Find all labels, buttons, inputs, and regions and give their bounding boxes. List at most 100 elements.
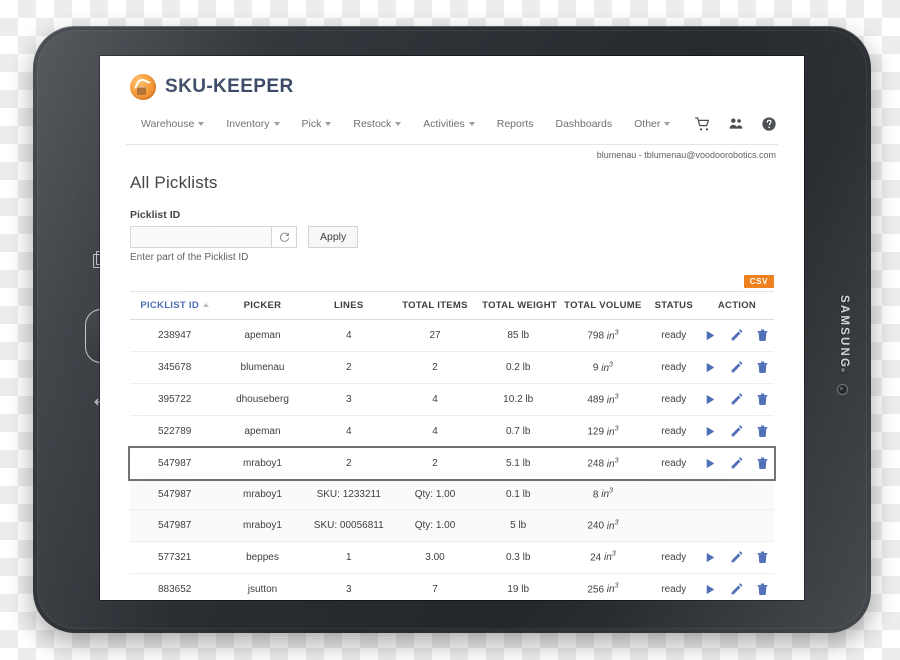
- edit-icon[interactable]: [730, 583, 743, 596]
- play-icon[interactable]: [704, 361, 717, 374]
- cell-qty: Qty: 1.00: [391, 509, 479, 542]
- cell-total-weight: 85 lb: [478, 319, 559, 352]
- picklist-id-label: Picklist ID: [130, 209, 181, 221]
- play-icon[interactable]: [704, 457, 717, 470]
- nav-label: Inventory: [226, 118, 270, 130]
- nav-item-inventory[interactable]: Inventory: [215, 114, 290, 134]
- play-icon[interactable]: [704, 583, 717, 596]
- column-header-lines[interactable]: LINES: [305, 291, 392, 320]
- delete-icon[interactable]: [756, 583, 769, 596]
- table-row[interactable]: 547987 mraboy1 2 2 5.1 lb 248 in3 ready: [128, 445, 776, 481]
- cell-picklist-id[interactable]: 883652: [130, 573, 220, 600]
- cell-picklist-id[interactable]: 547987: [130, 479, 220, 511]
- cell-picklist-id[interactable]: 547987: [130, 447, 220, 479]
- cell-total-volume: 248 in3: [558, 447, 648, 479]
- chevron-down-icon: [664, 122, 671, 127]
- cell-total-weight: 5 lb: [478, 509, 559, 542]
- table-row[interactable]: 883652 jsutton 3 7 19 lb 256 in3 ready: [130, 573, 774, 600]
- play-icon[interactable]: [704, 329, 717, 342]
- action-icons: [704, 393, 770, 406]
- action-icons: [704, 551, 770, 564]
- tablet-device: ↵ SAMSUNG SKU-KEEPER Warehouse Inventory…: [33, 26, 871, 633]
- delete-icon[interactable]: [756, 393, 769, 406]
- filter-help-text: Enter part of the Picklist ID: [130, 252, 249, 263]
- action-icons: [704, 329, 770, 342]
- cell-total-weight: 0.3 lb: [478, 541, 559, 574]
- picklist-id-input[interactable]: [130, 226, 272, 248]
- edit-icon[interactable]: [730, 393, 743, 406]
- edit-icon[interactable]: [730, 425, 743, 438]
- delete-icon[interactable]: [756, 457, 769, 470]
- cell-sku[interactable]: SKU: 00056811: [305, 509, 392, 542]
- cell-action: [699, 573, 774, 600]
- delete-icon[interactable]: [756, 361, 769, 374]
- nav-item-warehouse[interactable]: Warehouse: [130, 114, 215, 134]
- edit-icon[interactable]: [730, 551, 743, 564]
- nav-item-reports[interactable]: Reports: [486, 114, 545, 134]
- table-row[interactable]: 395722 dhouseberg 3 4 10.2 lb 489 in3 ready: [130, 383, 774, 416]
- nav-item-other[interactable]: Other: [623, 114, 681, 134]
- cell-total-weight: 0.1 lb: [478, 479, 559, 511]
- csv-export-button[interactable]: CSV: [743, 275, 774, 288]
- cell-picker: mraboy1: [219, 479, 306, 511]
- chevron-down-icon: [325, 122, 332, 127]
- help-icon[interactable]: [761, 116, 777, 132]
- cell-total-items: 2: [391, 447, 479, 479]
- app-logo-bar: SKU-KEEPER: [126, 56, 778, 110]
- cell-total-volume: 798 in3: [558, 319, 648, 352]
- cell-picklist-id[interactable]: 547987: [130, 509, 220, 542]
- cell-status: [647, 509, 700, 542]
- cell-sku[interactable]: SKU: 1233211: [305, 479, 392, 511]
- cell-total-volume: 9 in3: [558, 351, 648, 384]
- cell-picklist-id[interactable]: 238947: [130, 319, 220, 352]
- edit-icon[interactable]: [730, 457, 743, 470]
- table-row[interactable]: 522789 apeman 4 4 0.7 lb 129 in3 ready: [130, 415, 774, 448]
- table-row[interactable]: 577321 beppes 1 3.00 0.3 lb 24 in3 ready: [130, 541, 774, 574]
- account-info: blumenau - tblumenau@voodoorobotics.com: [596, 150, 776, 160]
- apply-button[interactable]: Apply: [308, 226, 359, 248]
- table-subrow[interactable]: 547987 mraboy1 SKU: 1233211 Qty: 1.00 0.1 lb…: [130, 479, 774, 511]
- cell-total-volume: 489 in3: [558, 383, 648, 416]
- delete-icon[interactable]: [756, 425, 769, 438]
- nav-item-restock[interactable]: Restock: [342, 114, 412, 134]
- cell-picklist-id[interactable]: 577321: [130, 541, 220, 574]
- cell-picklist-id[interactable]: 395722: [130, 383, 220, 416]
- users-icon[interactable]: [728, 116, 744, 132]
- cell-total-weight: 10.2 lb: [478, 383, 559, 416]
- column-header-total-volume[interactable]: TOTAL VOLUME: [558, 291, 648, 320]
- edit-icon[interactable]: [730, 361, 743, 374]
- cell-total-items: 4: [391, 415, 479, 448]
- cell-picklist-id[interactable]: 345678: [130, 351, 220, 384]
- delete-icon[interactable]: [756, 551, 769, 564]
- app-page: SKU-KEEPER Warehouse Inventory Pick Rest…: [100, 56, 804, 600]
- column-header-picker[interactable]: PICKER: [219, 291, 306, 320]
- sort-ascending-icon: [203, 303, 210, 308]
- cell-picklist-id[interactable]: 522789: [130, 415, 220, 448]
- cell-total-weight: 5.1 lb: [478, 447, 559, 479]
- nav-item-activities[interactable]: Activities: [412, 114, 485, 134]
- nav-item-dashboards[interactable]: Dashboards: [545, 114, 624, 134]
- cell-status: [647, 479, 700, 511]
- column-header-picklist-id[interactable]: PICKLIST ID: [130, 291, 220, 320]
- nav-item-pick[interactable]: Pick: [291, 114, 343, 134]
- cell-total-volume: 240 in3: [558, 509, 648, 542]
- play-icon[interactable]: [704, 425, 717, 438]
- main-navigation: Warehouse Inventory Pick Restock Activit…: [126, 110, 778, 145]
- cell-total-weight: 0.2 lb: [478, 351, 559, 384]
- refresh-icon[interactable]: [272, 226, 297, 248]
- cart-icon[interactable]: [695, 116, 711, 132]
- column-header-total-items[interactable]: TOTAL ITEMS: [391, 291, 479, 320]
- table-row[interactable]: 345678 blumenau 2 2 0.2 lb 9 in3 ready: [130, 351, 774, 384]
- delete-icon[interactable]: [756, 329, 769, 342]
- edit-icon[interactable]: [730, 329, 743, 342]
- table-subrow[interactable]: 547987 mraboy1 SKU: 00056811 Qty: 1.00 5 lb 2…: [130, 509, 774, 542]
- play-icon[interactable]: [704, 393, 717, 406]
- table-body: 238947 apeman 4 27 85 lb 798 in3 ready 345678 bl…: [128, 319, 776, 600]
- table-row[interactable]: 238947 apeman 4 27 85 lb 798 in3 ready: [130, 319, 774, 352]
- column-header-total-weight[interactable]: TOTAL WEIGHT: [478, 291, 559, 320]
- cell-action: [699, 541, 774, 574]
- header-label: PICKLIST ID: [140, 300, 200, 311]
- play-icon[interactable]: [704, 551, 717, 564]
- chevron-down-icon: [198, 122, 205, 127]
- column-header-status[interactable]: STATUS: [647, 291, 700, 320]
